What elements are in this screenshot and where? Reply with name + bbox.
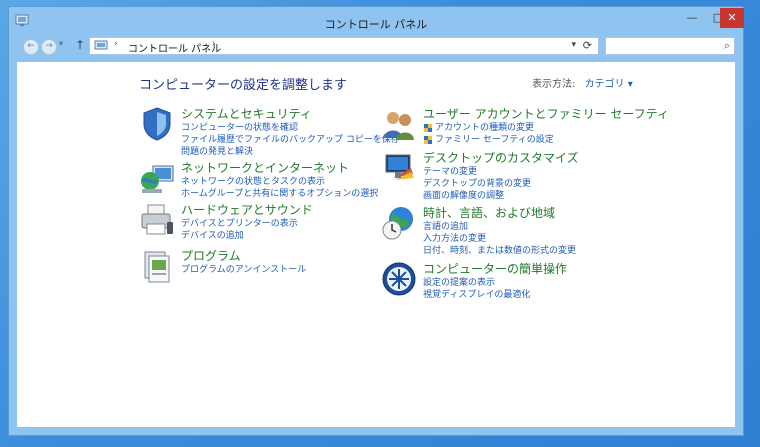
uac-shield-icon <box>424 124 432 132</box>
view-by-dropdown[interactable]: カテゴリ ▾ <box>585 79 633 90</box>
security-shield-icon[interactable] <box>139 106 175 142</box>
minimize-button[interactable]: — <box>679 8 705 28</box>
uac-shield-icon <box>424 136 432 144</box>
back-button[interactable]: ← <box>23 39 39 55</box>
category-link-label[interactable]: ファミリー セーフティの設定 <box>435 134 554 146</box>
view-by-label: 表示方法: <box>532 79 576 90</box>
title-bar: コントロール パネル — □ ✕ <box>9 7 744 37</box>
address-separator[interactable]: › <box>114 39 118 49</box>
category-link[interactable]: アカウントの種類の変更 <box>423 122 554 134</box>
category-link[interactable]: 日付、時刻、または数値の形式の変更 <box>423 245 576 257</box>
search-icon[interactable]: ⌕ <box>724 39 730 53</box>
category-desktop-customization: デスクトップのカスタマイズ テーマの変更 デスクトップの背景の変更 画面の解像度… <box>381 149 681 202</box>
category-link[interactable]: デバイスとプリンターの表示 <box>181 218 298 230</box>
category-link[interactable]: 言語の追加 <box>423 221 576 233</box>
address-path[interactable]: コントロール パネル <box>128 40 221 55</box>
address-separator[interactable]: › <box>212 39 216 49</box>
clock-globe-icon[interactable] <box>381 205 417 241</box>
category-link[interactable]: デスクトップの背景の変更 <box>423 178 531 190</box>
network-globe-icon[interactable] <box>139 160 175 196</box>
category-link[interactable]: 設定の提案の表示 <box>423 277 530 289</box>
category-link-label[interactable]: アカウントの種類の変更 <box>435 122 534 134</box>
users-icon[interactable] <box>381 106 417 142</box>
category-title[interactable]: ハードウェアとサウンド <box>181 201 313 218</box>
search-input[interactable]: ⌕ <box>605 37 735 55</box>
category-link[interactable]: 視覚ディスプレイの最適化 <box>423 289 530 301</box>
category-link[interactable]: ファイル履歴でファイルのバックアップ コピーを保存 <box>181 134 400 146</box>
category-link[interactable]: デバイスの追加 <box>181 230 298 242</box>
control-panel-window: コントロール パネル — □ ✕ ← → ▾ ↑ › コントロール パネル › … <box>8 6 744 436</box>
category-link[interactable]: コンピューターの状態を確認 <box>181 122 400 134</box>
printer-icon[interactable] <box>139 202 175 238</box>
refresh-icon[interactable]: ⟳ <box>583 39 592 52</box>
category-title[interactable]: デスクトップのカスタマイズ <box>423 149 579 166</box>
category-title[interactable]: コンピューターの簡単操作 <box>423 260 567 277</box>
recent-locations-dropdown[interactable]: ▾ <box>59 39 63 48</box>
desktop-display-icon[interactable] <box>381 150 417 186</box>
ease-of-access-icon[interactable] <box>381 261 417 297</box>
category-title[interactable]: ネットワークとインターネット <box>181 159 349 176</box>
category-title[interactable]: システムとセキュリティ <box>181 105 312 122</box>
category-link[interactable]: 画面の解像度の調整 <box>423 190 531 202</box>
category-link[interactable]: テーマの変更 <box>423 166 531 178</box>
address-dropdown[interactable]: ▾ <box>571 40 576 50</box>
category-link[interactable]: 問題の発見と解決 <box>181 146 400 158</box>
programs-icon[interactable] <box>139 248 175 284</box>
category-title[interactable]: プログラム <box>181 247 241 264</box>
category-clock-language-region: 時計、言語、および地域 言語の追加 入力方法の変更 日付、時刻、または数値の形式… <box>381 204 681 257</box>
category-link[interactable]: ホームグループと共有に関するオプションの選択 <box>181 188 378 200</box>
category-link[interactable]: 入力方法の変更 <box>423 233 576 245</box>
content-area: コンピューターの設定を調整します 表示方法: カテゴリ ▾ システムとセキュリテ… <box>17 62 735 427</box>
page-title: コンピューターの設定を調整します <box>139 78 348 93</box>
forward-button[interactable]: → <box>41 39 57 55</box>
category-link[interactable]: ネットワークの状態とタスクの表示 <box>181 176 378 188</box>
category-ease-of-access: コンピューターの簡単操作 設定の提案の表示 視覚ディスプレイの最適化 <box>381 261 681 311</box>
up-button[interactable]: ↑ <box>75 38 85 52</box>
category-title[interactable]: ユーザー アカウントとファミリー セーフティ <box>423 105 669 122</box>
view-by: 表示方法: カテゴリ ▾ <box>532 75 633 90</box>
address-bar[interactable]: › コントロール パネル › ▾ ⟳ <box>89 37 599 55</box>
category-title[interactable]: 時計、言語、および地域 <box>423 204 555 221</box>
category-link[interactable]: プログラムのアンインストール <box>181 264 306 276</box>
close-button[interactable]: ✕ <box>720 8 744 28</box>
window-title: コントロール パネル <box>324 18 428 31</box>
navigation-bar: ← → ▾ ↑ › コントロール パネル › ▾ ⟳ ⌕ <box>17 37 735 57</box>
category-link[interactable]: ファミリー セーフティの設定 <box>423 134 554 146</box>
control-panel-location-icon <box>94 40 108 50</box>
